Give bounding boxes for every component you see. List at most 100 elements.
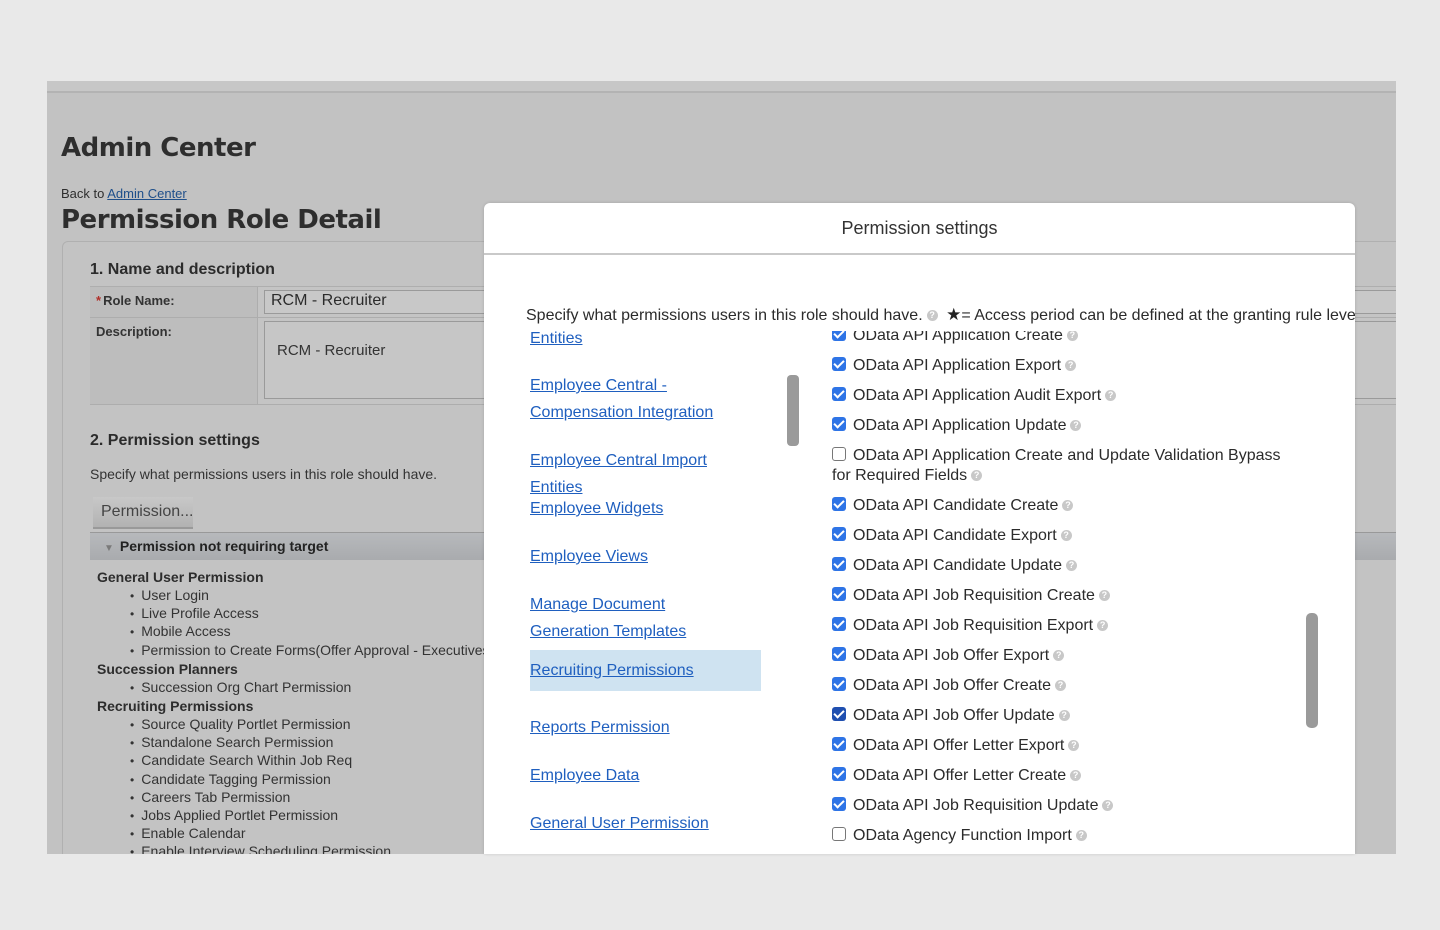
permission-option-label: OData API Application Create and Update … bbox=[832, 447, 1281, 484]
checkbox-checked[interactable] bbox=[832, 417, 846, 431]
permission-option-label: OData API Application Update bbox=[853, 417, 1067, 434]
checkbox-unchecked[interactable] bbox=[832, 827, 846, 841]
help-icon[interactable]: ? bbox=[1097, 620, 1109, 632]
permission-item: Succession Org Chart Permission bbox=[130, 679, 524, 697]
permission-option-label: OData API Job Offer Create bbox=[853, 677, 1052, 694]
permission-option-label: OData API Job Offer Export bbox=[853, 647, 1050, 664]
permission-option: OData API Job Offer Export? bbox=[832, 646, 1065, 666]
category-link-employee-data[interactable]: Employee Data bbox=[530, 762, 760, 789]
star-icon: ★ bbox=[946, 305, 962, 324]
checkbox-checked[interactable] bbox=[832, 647, 846, 661]
permission-option-label: OData API Candidate Create bbox=[853, 497, 1059, 514]
permission-option-label: OData API Offer Letter Export bbox=[853, 737, 1065, 754]
checkbox-checked[interactable] bbox=[832, 677, 846, 691]
checkbox-checked[interactable] bbox=[832, 767, 846, 781]
permission-option: OData Agency Function Import? bbox=[832, 826, 1087, 846]
page-title: Admin Center bbox=[61, 133, 256, 163]
permission-option: OData API Job Requisition Create? bbox=[832, 586, 1110, 606]
checkbox-checked[interactable] bbox=[832, 617, 846, 631]
permission-item: Jobs Applied Portlet Permission bbox=[130, 807, 524, 825]
permission-item: Source Quality Portlet Permission bbox=[130, 716, 524, 734]
category-link-general-user-permission[interactable]: General User Permission bbox=[530, 810, 760, 837]
category-link-entities[interactable]: Entities bbox=[530, 331, 760, 352]
permission-group-name: Succession Planners bbox=[97, 660, 238, 677]
permission-option-label: OData API Application Create bbox=[853, 331, 1063, 344]
help-icon[interactable]: ? bbox=[926, 310, 938, 322]
permission-item: Enable Interview Scheduling Permission bbox=[130, 843, 524, 854]
permission-item: User Login bbox=[130, 587, 524, 605]
permission-option-label: OData API Offer Letter Create bbox=[853, 767, 1067, 784]
permission-category-list: Entities Employee Central - Compensation … bbox=[530, 331, 805, 854]
category-link-manage-document-generation-templates[interactable]: Manage Document Generation Templates bbox=[530, 591, 745, 645]
group-bar-label: Permission not requiring target bbox=[119, 538, 329, 554]
help-icon[interactable]: ? bbox=[1053, 650, 1065, 662]
permission-option: OData API Job Offer Create? bbox=[832, 676, 1067, 696]
permission-option-list: OData API Application Create? OData API A… bbox=[832, 331, 1312, 854]
permission-option: OData API Offer Letter Create? bbox=[832, 766, 1082, 786]
checkbox-checked[interactable] bbox=[832, 497, 846, 511]
permission-group-name: General User Permission bbox=[97, 569, 264, 585]
permission-option: OData API Offer Letter Export? bbox=[832, 736, 1080, 756]
permission-option: OData API Job Requisition Export? bbox=[832, 616, 1109, 636]
help-icon[interactable]: ? bbox=[1068, 740, 1080, 752]
permission-option-label: OData API Candidate Update bbox=[853, 557, 1063, 574]
permission-group-name: Recruiting Permissions bbox=[97, 698, 254, 715]
help-icon[interactable]: ? bbox=[1065, 360, 1077, 372]
section-permission-settings-title: 2. Permission settings bbox=[90, 432, 260, 449]
help-icon[interactable]: ? bbox=[1105, 390, 1117, 402]
permission-item: Permission to Create Forms(Offer Approva… bbox=[130, 642, 523, 660]
category-list-scrollbar[interactable] bbox=[787, 375, 799, 446]
category-link-recruiting-permissions[interactable]: Recruiting Permissions bbox=[530, 650, 761, 691]
checkbox-checked[interactable] bbox=[832, 557, 846, 571]
help-icon[interactable]: ? bbox=[971, 470, 983, 482]
permission-option-label: OData API Job Requisition Update bbox=[853, 797, 1099, 814]
permission-option-label: OData API Job Offer Update bbox=[853, 707, 1055, 724]
help-icon[interactable]: ? bbox=[1070, 770, 1082, 782]
modal-description: Specify what permissions users in this r… bbox=[526, 305, 1355, 325]
category-link-employee-views[interactable]: Employee Views bbox=[530, 543, 760, 570]
help-icon[interactable]: ? bbox=[1075, 830, 1087, 842]
permission-item: Careers Tab Permission bbox=[130, 789, 524, 807]
category-link-reports-permission[interactable]: Reports Permission bbox=[530, 714, 760, 741]
permission-option: OData API Candidate Export? bbox=[832, 526, 1072, 546]
help-icon[interactable]: ? bbox=[1066, 560, 1078, 572]
category-link-employee-central-compensation-integration[interactable]: Employee Central - Compensation Integrat… bbox=[530, 372, 760, 426]
required-mark: * bbox=[96, 293, 102, 308]
help-icon[interactable]: ? bbox=[1062, 500, 1074, 512]
permission-option: OData API Job Requisition Update? bbox=[832, 796, 1114, 816]
permission-item: Candidate Tagging Permission bbox=[130, 771, 524, 789]
option-list-scrollbar[interactable] bbox=[1306, 613, 1318, 728]
permission-group-items: Succession Org Chart Permission bbox=[97, 679, 524, 697]
help-icon[interactable]: ? bbox=[1060, 530, 1072, 542]
help-icon[interactable]: ? bbox=[1066, 331, 1078, 342]
permission-button[interactable]: Permission... bbox=[93, 497, 193, 529]
description-label: Description: bbox=[90, 318, 258, 404]
permission-item: Enable Calendar bbox=[130, 825, 524, 843]
permission-item: Standalone Search Permission bbox=[130, 734, 524, 752]
help-icon[interactable]: ? bbox=[1058, 710, 1070, 722]
permission-option: OData API Application Create and Update … bbox=[832, 446, 1282, 486]
back-to-admin-center-link[interactable]: Admin Center bbox=[107, 186, 186, 201]
permission-settings-description: Specify what permissions users in this r… bbox=[90, 466, 438, 482]
category-link-employee-widgets[interactable]: Employee Widgets bbox=[530, 495, 760, 522]
help-icon[interactable]: ? bbox=[1055, 680, 1067, 692]
permission-group-items: Source Quality Portlet PermissionStandal… bbox=[97, 716, 524, 854]
checkbox-checked[interactable] bbox=[832, 527, 846, 541]
permission-item: Live Profile Access bbox=[130, 605, 524, 623]
checkbox-checked[interactable] bbox=[832, 387, 846, 401]
checkbox-checked[interactable] bbox=[832, 797, 846, 811]
permission-option-label: OData API Candidate Export bbox=[853, 527, 1057, 544]
help-icon[interactable]: ? bbox=[1102, 800, 1114, 812]
checkbox-checked[interactable] bbox=[832, 331, 846, 341]
checkbox-checked[interactable] bbox=[832, 737, 846, 751]
checkbox-unchecked[interactable] bbox=[832, 447, 846, 461]
checkbox-checked[interactable] bbox=[832, 707, 846, 721]
checkbox-checked[interactable] bbox=[832, 357, 846, 371]
checkbox-checked[interactable] bbox=[832, 587, 846, 601]
help-icon[interactable]: ? bbox=[1098, 590, 1110, 602]
permission-option: OData API Application Audit Export? bbox=[832, 386, 1117, 406]
category-link-employee-central-import-entities[interactable]: Employee Central Import Entities bbox=[530, 447, 760, 501]
permission-option-label: OData API Job Requisition Create bbox=[853, 587, 1095, 604]
permission-groups-list: General User Permission User LoginLive Pr… bbox=[97, 568, 524, 854]
help-icon[interactable]: ? bbox=[1070, 420, 1082, 432]
